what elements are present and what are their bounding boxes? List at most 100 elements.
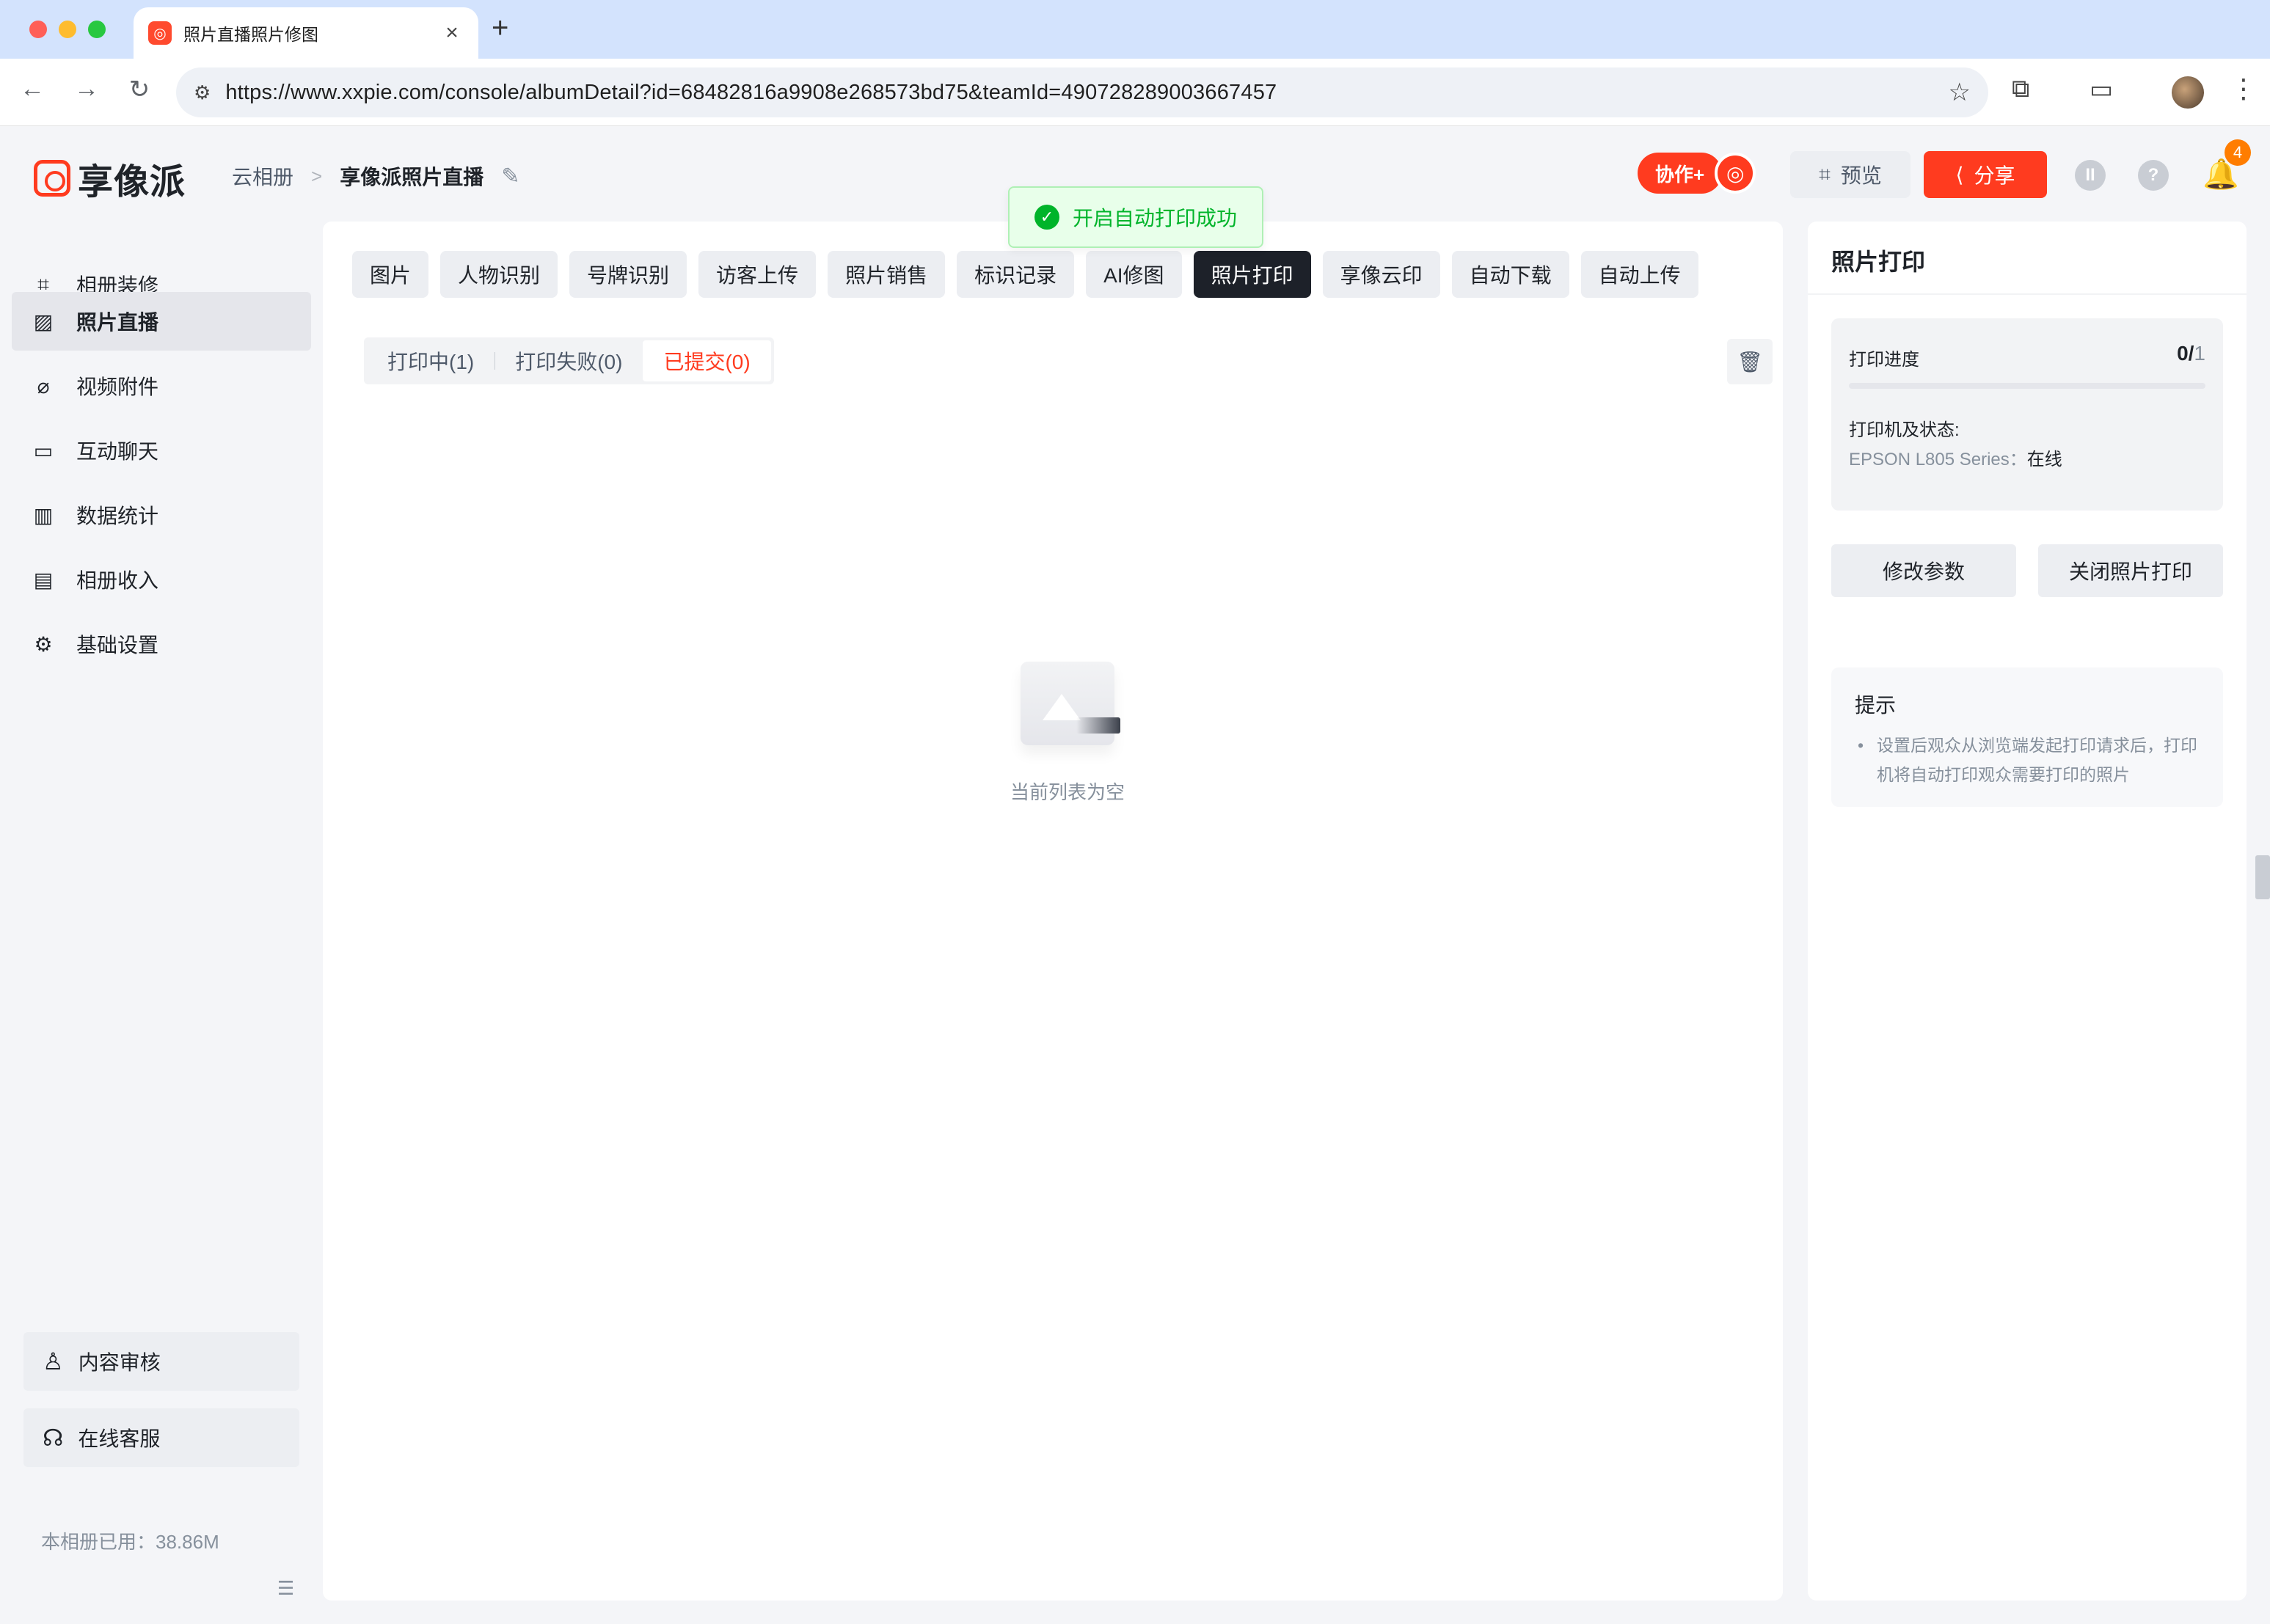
printer-label: 打印机及状态: [1849, 420, 1960, 440]
tab-submitted[interactable]: 已提交(0) [643, 340, 771, 381]
gear-icon: ⚙ [34, 632, 53, 656]
empty-state: 当前列表为空 [323, 662, 1812, 805]
image-icon: ▨ [33, 310, 54, 333]
help-icon[interactable]: ? [2138, 160, 2169, 191]
breadcrumb-current: 享像派照片直播 [340, 166, 484, 189]
success-toast: ✓ 开启自动打印成功 [1008, 186, 1263, 248]
forward-icon[interactable]: → [69, 75, 104, 103]
user-menu-icon[interactable]: II [2075, 160, 2106, 191]
chevron-right-icon: > [311, 164, 323, 187]
sidebar-item-label: 基础设置 [76, 634, 159, 656]
breadcrumb: 云相册 > 享像派照片直播 ✎ [232, 161, 519, 191]
logo-text: 享像派 [78, 163, 186, 202]
share-button[interactable]: ⟨ 分享 [1924, 151, 2047, 198]
progress-done: 0/ [2177, 342, 2194, 365]
sidebar-item-label: 数据统计 [76, 505, 159, 527]
close-window-button[interactable] [29, 21, 47, 38]
collapse-sidebar-icon[interactable]: ☰ [277, 1577, 294, 1600]
share-icon: ⟨ [1955, 163, 1964, 186]
collab-button[interactable]: 协作+ ◎ [1638, 153, 1756, 194]
new-tab-button[interactable]: + [492, 12, 508, 45]
empty-image-icon [1021, 662, 1120, 745]
browser-menu-icon[interactable]: ⋮ [2230, 73, 2257, 104]
print-progress-card: 打印进度 0/1 打印机及状态: EPSON L805 Series：在线 [1831, 318, 2223, 511]
tab-tag-records[interactable]: 标识记录 [957, 251, 1075, 298]
browser-tab[interactable]: ◎ 照片直播照片修图 × [134, 7, 478, 59]
tab-face-recognition[interactable]: 人物识别 [440, 251, 558, 298]
tab-cloud-print[interactable]: 享像云印 [1322, 251, 1440, 298]
close-print-button[interactable]: 关闭照片打印 [2038, 544, 2223, 597]
tab-visitor-upload[interactable]: 访客上传 [698, 251, 817, 298]
logo-icon [34, 160, 70, 197]
sidebar-item-live-photos[interactable]: ▨ 照片直播 [12, 292, 311, 351]
function-tabs: 图片 人物识别 号牌识别 访客上传 照片销售 标识记录 AI修图 照片打印 享像… [352, 251, 1710, 298]
extensions-icon[interactable]: ⧉ [2012, 75, 2029, 103]
tab-images[interactable]: 图片 [352, 251, 429, 298]
sidebar-item-label: 互动聊天 [76, 440, 159, 463]
tips-title: 提示 [1855, 694, 1897, 717]
toast-message: 开启自动打印成功 [1072, 207, 1237, 230]
trash-icon[interactable]: 🗑 [1727, 339, 1773, 384]
sidebar-item-settings[interactable]: ⚙ 基础设置 [12, 615, 311, 673]
main-panel: 图片 人物识别 号牌识别 访客上传 照片销售 标识记录 AI修图 照片打印 享像… [323, 222, 1783, 1601]
sidebar: ⌗ 相册装修 ▨ 照片直播 ⌀ 视频附件 ▭ 互动聊天 ▥ 数据统计 ▤ 相册收… [0, 222, 323, 1624]
tab-photo-print[interactable]: 照片打印 [1193, 251, 1311, 298]
tab-photo-sales[interactable]: 照片销售 [828, 251, 946, 298]
url-text[interactable]: https://www.xxpie.com/console/albumDetai… [225, 81, 1948, 105]
printer-info: EPSON L805 Series：在线 [1849, 445, 2062, 470]
page-scrollbar[interactable] [2255, 855, 2270, 899]
bookmark-star-icon[interactable]: ☆ [1949, 78, 1971, 107]
sidebar-item-chat[interactable]: ▭ 互动聊天 [12, 421, 311, 480]
scan-icon: ⌗ [1819, 162, 1831, 186]
paperclip-icon: ⌀ [37, 374, 50, 398]
edit-icon[interactable]: ✎ [501, 164, 519, 189]
wallet-icon: ▤ [33, 568, 54, 591]
chart-icon: ▥ [33, 503, 54, 527]
tab-auto-download[interactable]: 自动下载 [1451, 251, 1569, 298]
tab-ai-retouch[interactable]: AI修图 [1086, 251, 1182, 298]
modify-params-button[interactable]: 修改参数 [1831, 544, 2016, 597]
progress-count: 0/1 [2177, 342, 2205, 365]
tab-close-icon[interactable]: × [440, 21, 464, 45]
sidebar-item-stats[interactable]: ▥ 数据统计 [12, 486, 311, 544]
maximize-window-button[interactable] [88, 21, 106, 38]
site-settings-icon[interactable]: ⚙ [194, 81, 211, 104]
collab-label: 协作+ [1638, 153, 1723, 194]
tab-printing[interactable]: 打印中(1) [367, 340, 494, 381]
tab-title: 照片直播照片修图 [183, 25, 318, 44]
tips-text: 设置后观众从浏览端发起打印请求后，打印机将自动打印观众需要打印的照片 [1855, 731, 2207, 789]
printer-name: EPSON L805 Series： [1849, 450, 2027, 469]
tab-bib-recognition[interactable]: 号牌识别 [569, 251, 687, 298]
url-field[interactable]: ⚙ https://www.xxpie.com/console/albumDet… [176, 67, 1988, 117]
breadcrumb-root[interactable]: 云相册 [232, 161, 293, 191]
headset-icon: ☊ [43, 1424, 64, 1451]
team-avatar-icon: ◎ [1715, 153, 1756, 194]
progress-label: 打印进度 [1849, 350, 1919, 370]
tips-box: 提示 设置后观众从浏览端发起打印请求后，打印机将自动打印观众需要打印的照片 [1831, 667, 2223, 807]
share-label: 分享 [1974, 164, 2015, 187]
back-icon[interactable]: ← [15, 75, 50, 103]
stamp-icon: ♙ [43, 1348, 64, 1375]
print-panel: 照片打印 打印进度 0/1 打印机及状态: EPSON L805 Series：… [1808, 222, 2247, 1601]
browser-tab-bar: ◎ 照片直播照片修图 × + [0, 0, 2270, 59]
reload-icon[interactable]: ↻ [122, 75, 157, 104]
sidebar-item-income[interactable]: ▤ 相册收入 [12, 550, 311, 609]
logo[interactable]: 享像派 [34, 153, 186, 204]
chat-icon: ▭ [33, 439, 54, 462]
tab-search-icon[interactable]: ▭ [2090, 75, 2113, 104]
preview-button[interactable]: ⌗ 预览 [1790, 151, 1910, 198]
minimize-window-button[interactable] [59, 21, 76, 38]
sidebar-item-label: 视频附件 [76, 376, 159, 398]
sidebar-item-video[interactable]: ⌀ 视频附件 [12, 356, 311, 415]
online-service-button[interactable]: ☊ 在线客服 [23, 1408, 299, 1467]
empty-text: 当前列表为空 [1010, 781, 1125, 803]
sidebar-item-label: 照片直播 [76, 311, 159, 334]
tab-print-failed[interactable]: 打印失败(0) [494, 340, 643, 381]
address-bar: ← → ↻ ⚙ https://www.xxpie.com/console/al… [0, 59, 2270, 126]
online-service-label: 在线客服 [78, 1427, 161, 1450]
sidebar-item-label: 相册收入 [76, 569, 159, 592]
content-review-button[interactable]: ♙ 内容审核 [23, 1332, 299, 1391]
tab-auto-upload[interactable]: 自动上传 [1580, 251, 1698, 298]
profile-avatar[interactable] [2172, 76, 2204, 109]
check-circle-icon: ✓ [1034, 205, 1059, 230]
